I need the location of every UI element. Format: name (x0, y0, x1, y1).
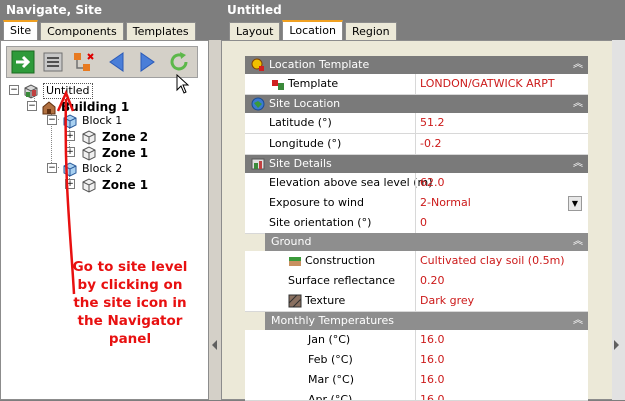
refresh-icon[interactable] (167, 50, 191, 74)
template-icon (272, 80, 284, 90)
mar-label: Mar (°C) (308, 373, 355, 386)
property-row-longitude[interactable]: Longitude (°) -0.2 (245, 134, 588, 155)
property-row-jan[interactable]: Jan (°C) 16.0 (245, 330, 588, 351)
section-site-details[interactable]: Site Details ︽ (245, 155, 588, 173)
expand-toggle-building[interactable]: − (27, 101, 37, 111)
texture-value[interactable]: Dark grey (420, 291, 474, 311)
site-details-icon (251, 158, 265, 170)
annotation-text: Go to site level by clicking on the site… (72, 259, 188, 347)
navigator-toolbar (6, 46, 198, 78)
tree-node-zone1b[interactable]: Zone 1 (102, 177, 148, 193)
property-row-texture[interactable]: Texture Dark grey (245, 291, 588, 312)
jan-value[interactable]: 16.0 (420, 330, 445, 350)
apr-value[interactable]: 16.0 (420, 390, 445, 400)
section-title: Site Details (269, 157, 332, 170)
section-title: Ground (271, 235, 312, 248)
left-tab-bar: Site Components Templates (3, 20, 198, 40)
site-location-icon (251, 97, 265, 111)
section-monthly-temperatures[interactable]: Monthly Temperatures ︽ (265, 312, 588, 330)
latitude-label: Latitude (°) (269, 116, 332, 129)
collapse-chevron-icon[interactable]: ︽ (573, 312, 583, 330)
property-row-reflectance[interactable]: Surface reflectance 0.20 (245, 271, 588, 292)
property-row-feb[interactable]: Feb (°C) 16.0 (245, 350, 588, 371)
left-panel-title: Navigate, Site (6, 3, 103, 17)
apr-label: Apr (°C) (308, 393, 353, 401)
right-panel-title: Untitled (227, 3, 282, 17)
reflectance-value[interactable]: 0.20 (420, 271, 445, 291)
expand-toggle-site[interactable]: − (9, 85, 19, 95)
collapse-chevron-icon[interactable]: ︽ (573, 155, 583, 173)
construction-icon (289, 257, 301, 266)
property-row-exposure[interactable]: Exposure to wind 2-Normal ▼ (245, 193, 588, 214)
property-row-template[interactable]: Template LONDON/GATWICK ARPT (245, 74, 588, 95)
construction-label: Construction (305, 254, 376, 267)
tree-node-zone2[interactable]: Zone 2 (102, 129, 148, 145)
property-row-latitude[interactable]: Latitude (°) 51.2 (245, 113, 588, 134)
site-tree: − Untitled − Building 1 − Block 1 + Zone… (7, 83, 207, 233)
construction-value[interactable]: Cultivated clay soil (0.5m) (420, 251, 565, 271)
texture-icon (288, 294, 302, 308)
property-row-orientation[interactable]: Site orientation (°) 0 (245, 213, 588, 234)
orientation-label: Site orientation (°) (269, 216, 372, 229)
collapse-chevron-icon[interactable]: ︽ (573, 233, 583, 251)
feb-label: Feb (°C) (308, 353, 353, 366)
section-title: Monthly Temperatures (271, 314, 394, 327)
tab-layout[interactable]: Layout (229, 22, 281, 40)
property-row-mar[interactable]: Mar (°C) 16.0 (245, 370, 588, 391)
tab-location[interactable]: Location (282, 20, 343, 40)
elevation-value[interactable]: 62.0 (420, 173, 445, 193)
section-location-template[interactable]: Location Template ︽ (245, 56, 588, 74)
tree-node-block2[interactable]: Block 2 (82, 161, 122, 177)
template-label: Template (288, 77, 339, 90)
site-icon[interactable] (23, 83, 39, 99)
tab-site[interactable]: Site (3, 20, 39, 40)
longitude-label: Longitude (°) (269, 137, 342, 150)
latitude-value[interactable]: 51.2 (420, 113, 445, 133)
delete-hierarchy-icon[interactable] (71, 50, 95, 74)
feb-value[interactable]: 16.0 (420, 350, 445, 370)
exposure-label: Exposure to wind (269, 196, 364, 209)
go-forward-level-icon[interactable] (11, 50, 35, 74)
orientation-value[interactable]: 0 (420, 213, 427, 233)
section-title: Location Template (269, 58, 370, 71)
elevation-label: Elevation above sea level (m) (269, 176, 433, 189)
reflectance-label: Surface reflectance (288, 274, 396, 287)
scroll-arrow-icon[interactable] (614, 340, 619, 350)
section-site-location[interactable]: Site Location ︽ (245, 95, 588, 113)
tab-templates[interactable]: Templates (125, 22, 196, 40)
tab-region[interactable]: Region (344, 22, 397, 40)
collapse-chevron-icon[interactable]: ︽ (573, 56, 583, 74)
collapse-left-icon[interactable] (212, 340, 217, 350)
texture-label: Texture (305, 294, 346, 307)
section-title: Site Location (269, 97, 341, 110)
tree-node-block1[interactable]: Block 1 (82, 113, 122, 129)
panel-splitter[interactable] (209, 40, 221, 400)
property-row-elevation[interactable]: Elevation above sea level (m) 62.0 (245, 173, 588, 194)
jan-label: Jan (°C) (308, 333, 351, 346)
dropdown-arrow-icon[interactable]: ▼ (568, 196, 582, 211)
right-tab-bar: Layout Location Region (229, 20, 399, 40)
vertical-scrollbar[interactable] (612, 40, 625, 400)
forward-arrow-icon[interactable] (135, 50, 159, 74)
property-row-apr[interactable]: Apr (°C) 16.0 (245, 390, 588, 401)
mar-value[interactable]: 16.0 (420, 370, 445, 390)
property-row-construction[interactable]: Construction Cultivated clay soil (0.5m) (245, 251, 588, 272)
section-ground[interactable]: Ground ︽ (265, 233, 588, 251)
back-arrow-icon[interactable] (105, 50, 129, 74)
location-template-icon (251, 58, 264, 71)
longitude-value[interactable]: -0.2 (420, 134, 441, 154)
template-value[interactable]: LONDON/GATWICK ARPT (420, 74, 555, 94)
list-hierarchy-icon[interactable] (41, 50, 65, 74)
tab-components[interactable]: Components (40, 22, 124, 40)
collapse-chevron-icon[interactable]: ︽ (573, 95, 583, 113)
exposure-select[interactable]: 2-Normal (420, 193, 471, 213)
tree-node-zone1a[interactable]: Zone 1 (102, 145, 148, 161)
